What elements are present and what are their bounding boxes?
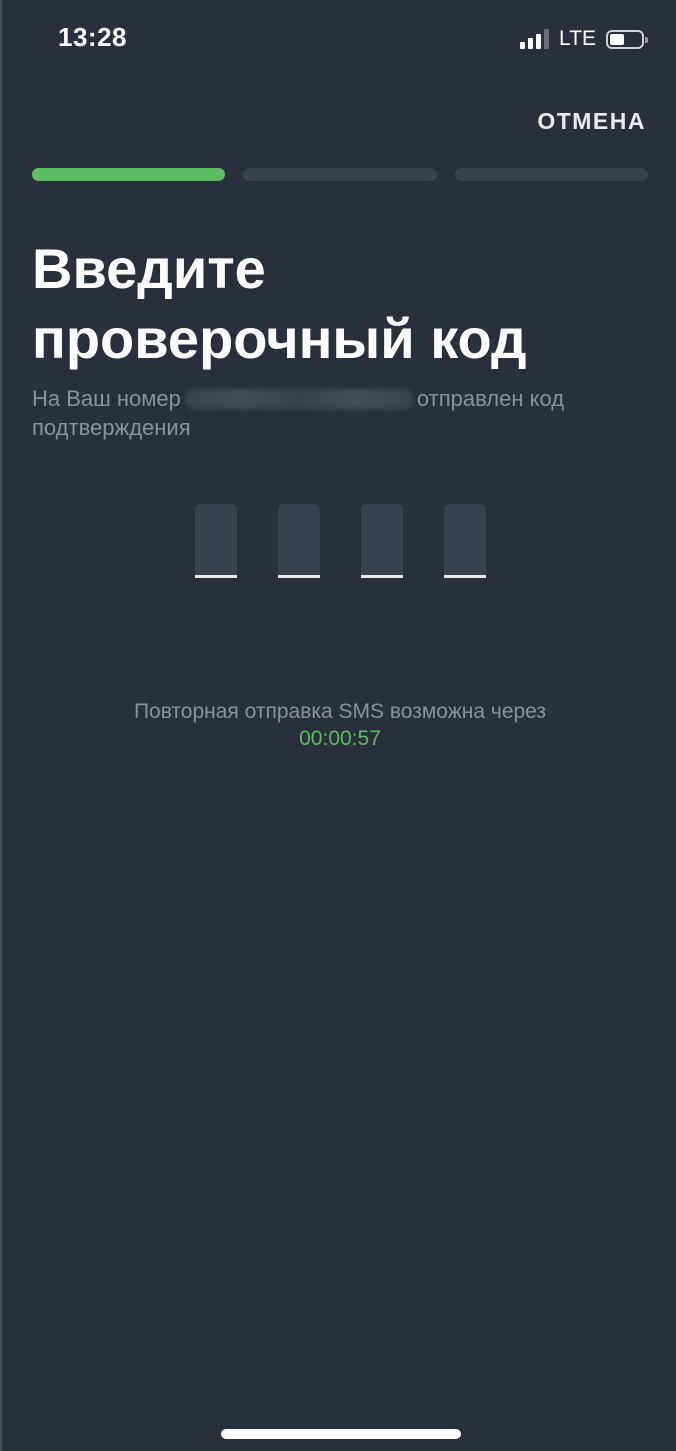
step-progress (32, 168, 648, 181)
code-digit-input-1[interactable] (195, 504, 237, 578)
subtitle-prefix: На Ваш номер (32, 386, 181, 411)
battery-icon (606, 29, 648, 49)
resend-text: Повторная отправка SMS возможна через (133, 700, 547, 723)
status-indicators: LTE (520, 26, 648, 52)
progress-step-2 (243, 168, 437, 181)
page-title: Введите проверочный код (32, 237, 527, 370)
status-time: 13:28 (58, 22, 127, 52)
progress-step-1 (32, 168, 226, 181)
resend-timer: 00:00:57 (299, 727, 381, 750)
code-digit-input-4[interactable] (444, 504, 486, 578)
home-indicator[interactable] (221, 1429, 461, 1439)
masked-phone-number (184, 389, 413, 409)
subtitle: На Ваш номер отправлен код подтверждения (32, 384, 632, 442)
resend-info: Повторная отправка SMS возможна через 00… (2, 698, 676, 752)
code-digit-input-3[interactable] (361, 504, 403, 578)
code-input-group (195, 504, 486, 578)
code-digit-input-2[interactable] (278, 504, 320, 578)
progress-step-3 (454, 168, 648, 181)
cellular-signal-icon (520, 29, 550, 49)
verification-screen: 13:28 LTE ОТМЕНА Введите проверочный код… (0, 0, 676, 1451)
cancel-button[interactable]: ОТМЕНА (537, 108, 646, 135)
network-type-label: LTE (559, 27, 596, 50)
